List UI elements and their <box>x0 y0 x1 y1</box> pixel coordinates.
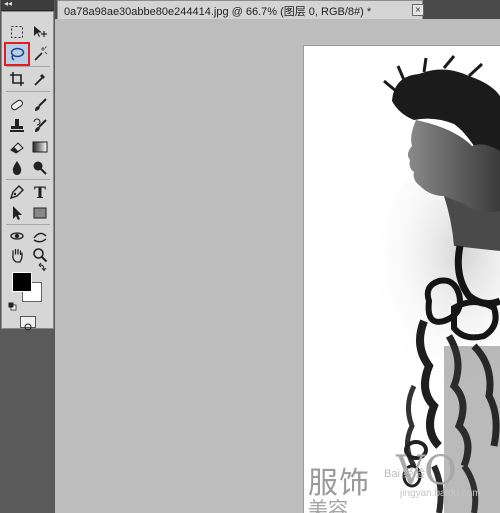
canvas-area[interactable]: 服饰 美容 VO Bai 经验 jingyan.baidu.com <box>55 19 500 513</box>
type-tool-glyph: T <box>34 182 46 202</box>
collapse-icon[interactable]: ◂◂ <box>4 0 12 8</box>
quick-mask-button[interactable] <box>20 316 36 331</box>
path-selection-icon[interactable] <box>6 203 28 223</box>
history-brush-icon[interactable] <box>29 116 51 136</box>
tool-separator <box>6 66 50 67</box>
foreground-color-swatch[interactable] <box>12 272 32 292</box>
3d-rotate-icon[interactable] <box>6 226 28 246</box>
crop-icon[interactable] <box>6 69 28 89</box>
portrait-image <box>374 55 500 513</box>
move-tool-icon[interactable] <box>29 22 51 42</box>
gradient-icon[interactable] <box>29 137 51 157</box>
type-icon[interactable]: T <box>29 182 51 202</box>
brush-icon[interactable] <box>29 95 51 115</box>
shape-icon[interactable] <box>29 203 51 223</box>
document-tab-bar: 0a78a98ae30abbe80e244414.jpg @ 66.7% (图层… <box>55 0 500 19</box>
magic-wand-icon[interactable] <box>29 44 51 64</box>
pen-icon[interactable] <box>6 182 28 202</box>
tool-separator <box>6 179 50 180</box>
quick-mask-icon <box>24 323 32 331</box>
blur-icon[interactable] <box>6 158 28 178</box>
rectangular-marquee-icon[interactable] <box>6 22 28 42</box>
document-tab-title: 0a78a98ae30abbe80e244414.jpg @ 66.7% (图层… <box>64 6 372 18</box>
tools-panel: ◂◂ T <box>0 0 55 513</box>
default-colors-icon[interactable] <box>8 296 17 311</box>
3d-orbit-icon[interactable] <box>29 226 51 246</box>
baidu-watermark: Bai 经验 <box>384 468 425 480</box>
hand-icon[interactable] <box>6 245 28 265</box>
baidu-watermark-url: jingyan.baidu.com <box>400 488 481 499</box>
document-tab[interactable]: 0a78a98ae30abbe80e244414.jpg @ 66.7% (图层… <box>57 0 424 19</box>
tool-separator <box>6 91 50 92</box>
healing-brush-icon[interactable] <box>6 95 28 115</box>
eyedropper-icon[interactable] <box>29 69 51 89</box>
tools-grid: T <box>1 11 54 331</box>
eraser-icon[interactable] <box>6 137 28 157</box>
clone-stamp-icon[interactable] <box>6 116 28 136</box>
lasso-icon[interactable] <box>4 42 30 66</box>
dodge-icon[interactable] <box>29 158 51 178</box>
swap-colors-icon[interactable] <box>37 257 47 272</box>
close-icon[interactable]: × <box>412 4 424 16</box>
tool-separator <box>6 224 50 225</box>
document-canvas[interactable]: 服饰 美容 VO Bai 经验 jingyan.baidu.com <box>304 46 500 513</box>
watermark-text-cn-2: 美容 <box>308 497 348 513</box>
tools-panel-header[interactable]: ◂◂ <box>1 0 54 11</box>
